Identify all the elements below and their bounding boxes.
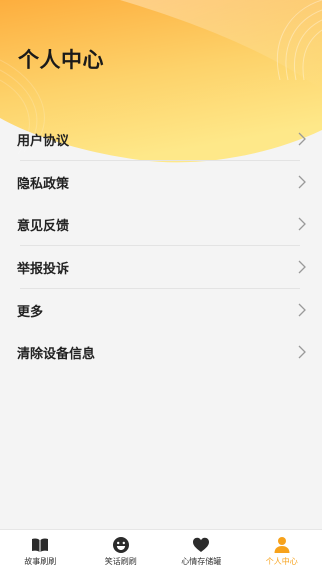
menu-item-more[interactable]: 更多 xyxy=(0,289,322,331)
person-icon xyxy=(274,537,290,553)
tab-label: 心情存储罐 xyxy=(181,557,222,566)
chevron-right-icon xyxy=(298,175,306,189)
menu-item-label: 清除设备信息 xyxy=(17,346,96,362)
menu-item-clear-device-info[interactable]: 清除设备信息 xyxy=(0,331,322,373)
chevron-right-icon xyxy=(298,132,306,146)
tab-jokes[interactable]: 笑话刷刷 xyxy=(81,530,162,574)
settings-menu: 用户协议 隐私政策 意见反馈 举报投诉 更多 清除设备信息 xyxy=(0,118,322,373)
tab-label: 故事刷刷 xyxy=(24,557,57,566)
smiley-icon xyxy=(112,537,129,553)
tab-label: 笑话刷刷 xyxy=(104,557,137,566)
heart-icon xyxy=(193,537,210,552)
menu-item-label: 用户协议 xyxy=(17,133,70,149)
page-title: 个人中心 xyxy=(18,48,104,72)
chevron-right-icon xyxy=(298,345,306,359)
chevron-right-icon xyxy=(298,260,306,274)
chevron-right-icon xyxy=(298,303,306,317)
tab-profile[interactable]: 个人中心 xyxy=(242,530,322,574)
menu-item-label: 更多 xyxy=(17,304,44,320)
menu-item-label: 隐私政策 xyxy=(17,176,70,192)
menu-item-label: 举报投诉 xyxy=(17,261,70,277)
menu-item-user-agreement[interactable]: 用户协议 xyxy=(0,118,322,160)
bottom-tab-bar: 故事刷刷 笑话刷刷 心情存储罐 个人中心 xyxy=(0,529,322,574)
tab-stories[interactable]: 故事刷刷 xyxy=(0,530,81,574)
book-icon xyxy=(32,538,49,552)
tab-mood-jar[interactable]: 心情存储罐 xyxy=(161,530,242,574)
menu-item-privacy-policy[interactable]: 隐私政策 xyxy=(0,161,322,203)
menu-item-label: 意见反馈 xyxy=(17,218,70,234)
chevron-right-icon xyxy=(298,217,306,231)
menu-item-feedback[interactable]: 意见反馈 xyxy=(0,203,322,245)
tab-label: 个人中心 xyxy=(265,557,298,566)
menu-item-report[interactable]: 举报投诉 xyxy=(0,246,322,288)
profile-screen: 个人中心 用户协议 隐私政策 意见反馈 举报投诉 更多 清除设备信息 故事刷刷 … xyxy=(0,0,322,574)
